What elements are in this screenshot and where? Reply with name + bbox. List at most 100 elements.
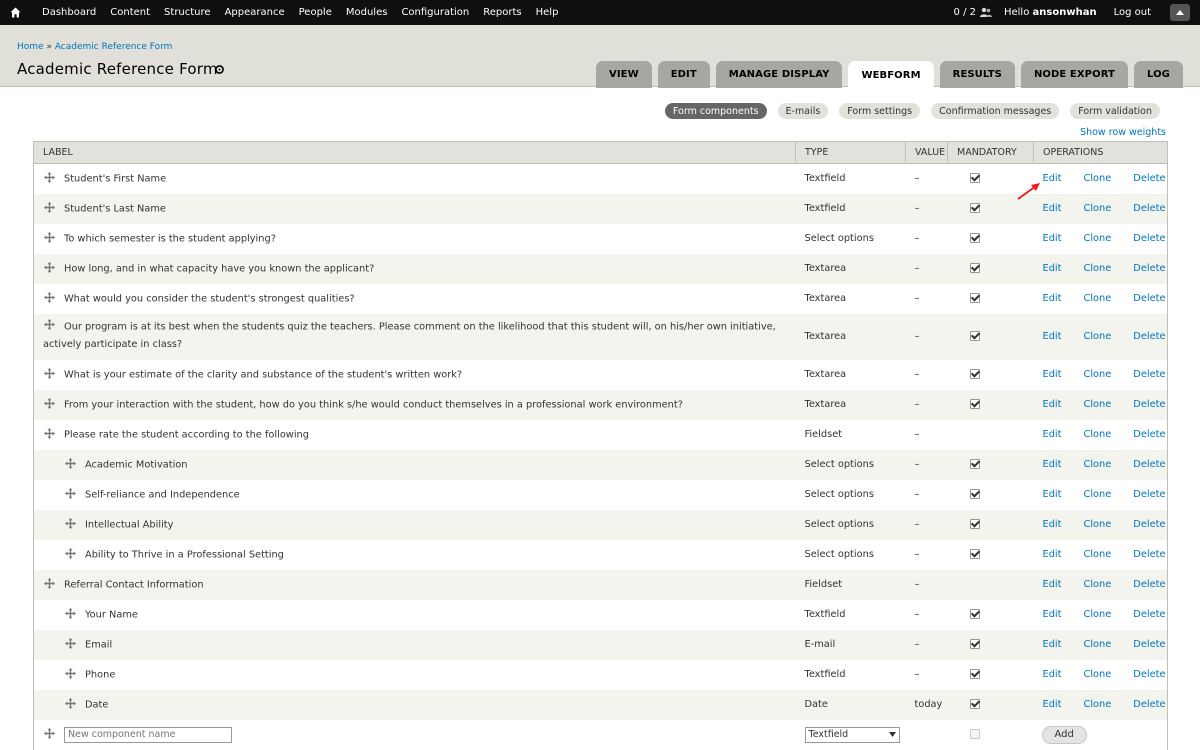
edit-link[interactable]: Edit — [1043, 519, 1062, 530]
edit-link[interactable]: Edit — [1043, 429, 1062, 440]
drag-handle-icon[interactable] — [44, 231, 55, 246]
delete-link[interactable]: Delete — [1133, 429, 1165, 440]
clone-link[interactable]: Clone — [1083, 639, 1111, 650]
clone-link[interactable]: Clone — [1083, 489, 1111, 500]
drag-handle-icon[interactable] — [65, 517, 76, 532]
logout-link[interactable]: Log out — [1114, 7, 1151, 18]
drag-handle-icon[interactable] — [44, 201, 55, 216]
tab-results[interactable]: RESULTS — [939, 61, 1015, 88]
edit-link[interactable]: Edit — [1043, 263, 1062, 274]
clone-link[interactable]: Clone — [1083, 331, 1111, 342]
username-link[interactable]: ansonwhan — [1033, 7, 1097, 18]
edit-link[interactable]: Edit — [1043, 549, 1062, 560]
breadcrumb-current-link[interactable]: Academic Reference Form — [55, 42, 173, 52]
mandatory-checkbox[interactable] — [969, 669, 980, 679]
drag-handle-icon[interactable] — [65, 697, 76, 712]
show-row-weights-link[interactable]: Show row weights — [1080, 127, 1166, 138]
drag-handle-icon[interactable] — [65, 637, 76, 652]
delete-link[interactable]: Delete — [1133, 369, 1165, 380]
edit-link[interactable]: Edit — [1043, 173, 1062, 184]
toolbar-item-structure[interactable]: Structure — [157, 0, 218, 25]
clone-link[interactable]: Clone — [1083, 519, 1111, 530]
subtab-form-validation[interactable]: Form validation — [1070, 103, 1160, 119]
edit-link[interactable]: Edit — [1043, 699, 1062, 710]
toolbar-item-modules[interactable]: Modules — [339, 0, 395, 25]
subtab-form-settings[interactable]: Form settings — [839, 103, 921, 119]
clone-link[interactable]: Clone — [1083, 263, 1111, 274]
drag-handle-icon[interactable] — [44, 577, 55, 592]
mandatory-checkbox[interactable] — [969, 331, 980, 341]
edit-link[interactable]: Edit — [1043, 233, 1062, 244]
mandatory-checkbox[interactable] — [969, 639, 980, 649]
clone-link[interactable]: Clone — [1083, 429, 1111, 440]
mandatory-checkbox[interactable] — [969, 263, 980, 273]
edit-link[interactable]: Edit — [1043, 669, 1062, 680]
tab-log[interactable]: LOG — [1133, 61, 1183, 88]
drag-handle-icon[interactable] — [65, 487, 76, 502]
clone-link[interactable]: Clone — [1083, 173, 1111, 184]
drag-handle-icon[interactable] — [44, 291, 55, 306]
tab-node-export[interactable]: NODE EXPORT — [1020, 61, 1128, 88]
toolbar-item-help[interactable]: Help — [529, 0, 566, 25]
tab-edit[interactable]: EDIT — [657, 61, 710, 88]
drag-handle-icon[interactable] — [44, 367, 55, 382]
tab-view[interactable]: VIEW — [595, 61, 652, 88]
mandatory-checkbox[interactable] — [969, 173, 980, 184]
toolbar-item-people[interactable]: People — [292, 0, 339, 25]
delete-link[interactable]: Delete — [1133, 233, 1165, 244]
edit-link[interactable]: Edit — [1043, 399, 1062, 410]
shortcut-add-icon[interactable] — [215, 65, 224, 77]
mandatory-checkbox[interactable] — [969, 519, 980, 529]
delete-link[interactable]: Delete — [1133, 519, 1165, 530]
subtab-confirmation-messages[interactable]: Confirmation messages — [931, 103, 1060, 119]
edit-link[interactable]: Edit — [1043, 489, 1062, 500]
drag-handle-icon[interactable] — [44, 427, 55, 442]
breadcrumb-home-link[interactable]: Home — [17, 42, 44, 52]
mandatory-checkbox[interactable] — [969, 699, 980, 709]
mandatory-checkbox[interactable] — [969, 459, 980, 469]
mandatory-checkbox[interactable] — [969, 293, 980, 303]
mandatory-checkbox[interactable] — [969, 203, 980, 213]
clone-link[interactable]: Clone — [1083, 399, 1111, 410]
toolbar-item-content[interactable]: Content — [103, 0, 157, 25]
toolbar-item-reports[interactable]: Reports — [476, 0, 528, 25]
delete-link[interactable]: Delete — [1133, 489, 1165, 500]
mandatory-checkbox[interactable] — [969, 399, 980, 409]
delete-link[interactable]: Delete — [1133, 331, 1165, 342]
subtab-e-mails[interactable]: E-mails — [777, 103, 829, 119]
drag-handle-icon[interactable] — [44, 397, 55, 412]
delete-link[interactable]: Delete — [1133, 549, 1165, 560]
clone-link[interactable]: Clone — [1083, 549, 1111, 560]
clone-link[interactable]: Clone — [1083, 669, 1111, 680]
clone-link[interactable]: Clone — [1083, 579, 1111, 590]
drag-handle-icon[interactable] — [44, 727, 55, 742]
toolbar-item-dashboard[interactable]: Dashboard — [30, 0, 103, 25]
drag-handle-icon[interactable] — [65, 547, 76, 562]
component-type-select[interactable]: Textfield — [804, 726, 900, 743]
tab-manage-display[interactable]: MANAGE DISPLAY — [715, 61, 843, 88]
edit-link[interactable]: Edit — [1043, 203, 1062, 214]
toolbar-item-configuration[interactable]: Configuration — [394, 0, 476, 25]
edit-link[interactable]: Edit — [1043, 609, 1062, 620]
edit-link[interactable]: Edit — [1043, 579, 1062, 590]
new-mandatory-checkbox[interactable] — [969, 729, 980, 739]
home-icon[interactable] — [0, 0, 30, 25]
clone-link[interactable]: Clone — [1083, 699, 1111, 710]
clone-link[interactable]: Clone — [1083, 459, 1111, 470]
clone-link[interactable]: Clone — [1083, 293, 1111, 304]
drag-handle-icon[interactable] — [44, 261, 55, 276]
toolbar-toggle-button[interactable] — [1170, 4, 1190, 21]
edit-link[interactable]: Edit — [1043, 639, 1062, 650]
tab-webform[interactable]: WEBFORM — [848, 61, 934, 89]
delete-link[interactable]: Delete — [1133, 263, 1165, 274]
mandatory-checkbox[interactable] — [969, 609, 980, 619]
delete-link[interactable]: Delete — [1133, 669, 1165, 680]
drag-handle-icon[interactable] — [65, 457, 76, 472]
edit-link[interactable]: Edit — [1043, 369, 1062, 380]
delete-link[interactable]: Delete — [1133, 459, 1165, 470]
subtab-form-components[interactable]: Form components — [664, 103, 767, 119]
drag-handle-icon[interactable] — [65, 607, 76, 622]
delete-link[interactable]: Delete — [1133, 639, 1165, 650]
new-component-name-input[interactable] — [64, 726, 232, 743]
mandatory-checkbox[interactable] — [969, 549, 980, 559]
